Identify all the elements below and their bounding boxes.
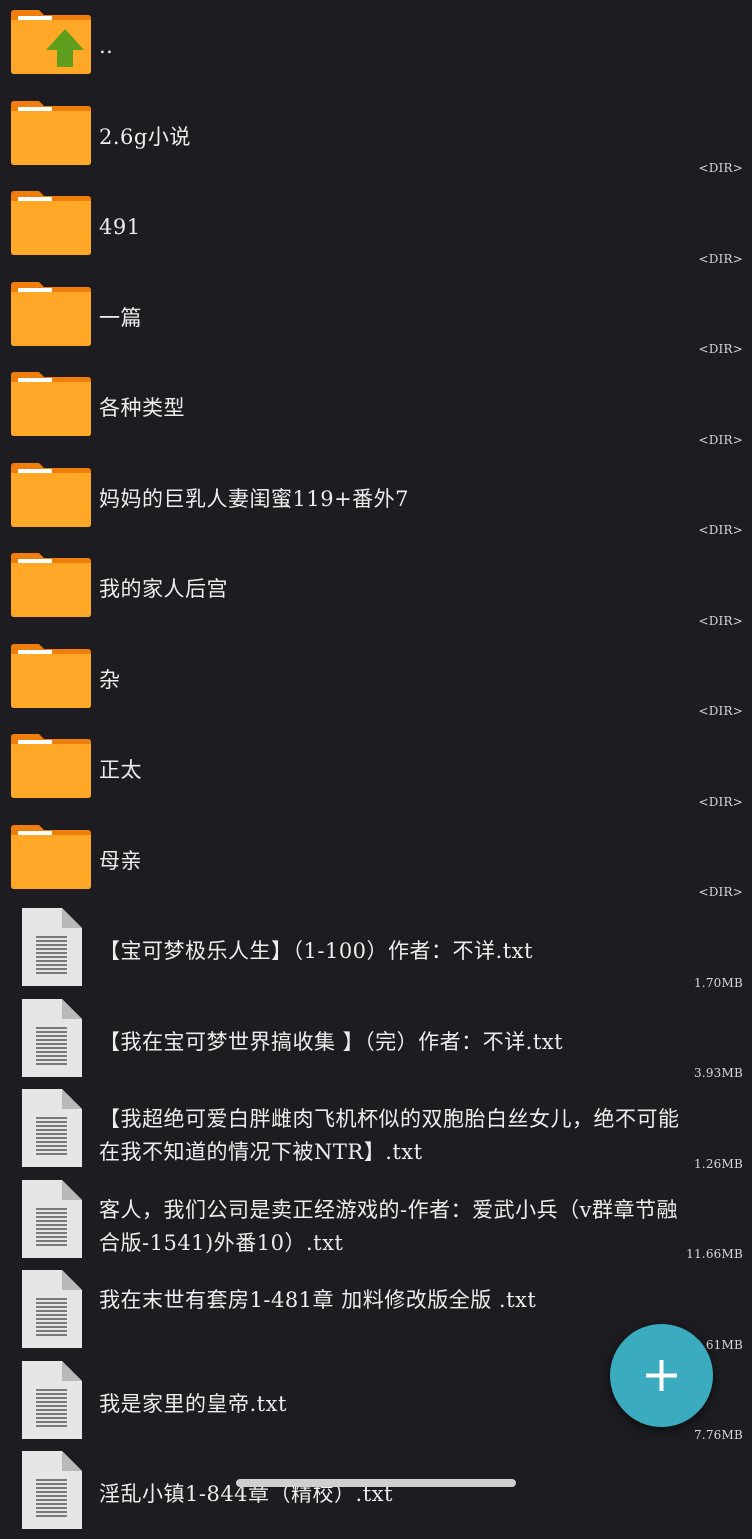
text-file-icon — [22, 1360, 82, 1439]
dir-label: <DIR> — [698, 432, 743, 447]
folder-icon — [11, 734, 91, 798]
entry-name: 妈妈的巨乳人妻闺蜜119+番外7 — [99, 486, 410, 511]
file-row[interactable]: 【宝可梦极乐人生】（1-100）作者：不详.txt 1.70MB — [0, 905, 752, 996]
entry-name: 杂 — [99, 667, 121, 692]
file-row[interactable]: 【我超绝可爱白胖雌肉飞机杯似的双胞胎白丝女儿，绝不可能在我不知道的情况下被NTR… — [0, 1086, 752, 1177]
dir-label: <DIR> — [698, 794, 743, 809]
file-size: 11.66MB — [686, 1247, 743, 1261]
entry-name: 一篇 — [99, 305, 142, 330]
dir-label: <DIR> — [698, 251, 743, 266]
dir-label: <DIR> — [698, 704, 743, 718]
file-size: 3.93MB — [693, 1066, 743, 1080]
folder-row[interactable]: 杂 <DIR> — [0, 634, 752, 725]
entry-name: 正太 — [99, 758, 142, 782]
parent-dir-row[interactable]: .. — [0, 0, 752, 91]
entry-name: 各种类型 — [99, 396, 185, 420]
file-row[interactable]: 【我在宝可梦世界搞收集 】（完）作者：不详.txt 3.93MB — [0, 996, 752, 1087]
folder-icon — [11, 191, 91, 255]
text-file-icon — [22, 998, 82, 1077]
file-size: 1.70MB — [693, 975, 743, 990]
entry-name: .. — [99, 34, 114, 58]
folder-row[interactable]: 2.6g小说 <DIR> — [0, 91, 752, 182]
entry-name: 母亲 — [99, 848, 142, 873]
entry-name: 客人，我们公司是卖正经游戏的-作者：爱武小兵（v群章节融合版-1541)外番10… — [99, 1197, 678, 1255]
dir-label: <DIR> — [698, 342, 743, 356]
folder-up-icon — [11, 10, 91, 74]
file-list: .. 2.6g小说 <DIR> 491 <DIR> 一篇 <DIR> 各种类型 <DIR> 妈妈的… — [0, 0, 752, 1539]
folder-row[interactable]: 妈妈的巨乳人妻闺蜜119+番外7 <DIR> — [0, 453, 752, 544]
entry-name: 491 — [99, 215, 141, 239]
folder-row[interactable]: 正太 <DIR> — [0, 724, 752, 815]
file-size: 1.26MB — [693, 1156, 743, 1171]
dir-label: <DIR> — [698, 885, 743, 899]
plus-icon — [646, 1360, 677, 1391]
file-row[interactable]: 淫乱小镇1-844章（精校）.txt — [0, 1448, 752, 1539]
folder-icon — [11, 643, 91, 708]
entry-name: 【我超绝可爱白胖雌肉飞机杯似的双胞胎白丝女儿，绝不可能在我不知道的情况下被NTR… — [99, 1107, 680, 1164]
folder-row[interactable]: 我的家人后宫 <DIR> — [0, 543, 752, 634]
folder-icon — [11, 372, 91, 436]
entry-name: 我的家人后宫 — [99, 577, 228, 601]
folder-icon — [11, 824, 91, 889]
text-file-icon — [22, 1179, 82, 1258]
folder-row[interactable]: 一篇 <DIR> — [0, 272, 752, 363]
file-row[interactable]: 客人，我们公司是卖正经游戏的-作者：爱武小兵（v群章节融合版-1541)外番10… — [0, 1177, 752, 1268]
text-file-icon — [22, 1270, 82, 1348]
file-size: 7.76MB — [693, 1428, 743, 1442]
dir-label: <DIR> — [698, 613, 743, 628]
entry-name: 2.6g小说 — [99, 124, 191, 149]
folder-row[interactable]: 各种类型 <DIR> — [0, 362, 752, 453]
entry-name: 我是家里的皇帝.txt — [99, 1391, 287, 1416]
folder-row[interactable]: 母亲 <DIR> — [0, 815, 752, 906]
entry-name: 【我在宝可梦世界搞收集 】（完）作者：不详.txt — [99, 1029, 564, 1054]
text-file-icon — [22, 1451, 82, 1529]
home-indicator — [236, 1479, 516, 1487]
folder-icon — [11, 462, 91, 527]
folder-icon — [11, 281, 91, 346]
text-file-icon — [22, 908, 82, 986]
dir-label: <DIR> — [698, 161, 743, 175]
folder-icon — [11, 553, 91, 617]
add-button[interactable] — [610, 1324, 713, 1427]
entry-name: 【宝可梦极乐人生】（1-100）作者：不详.txt — [99, 939, 533, 963]
entry-name: 我在末世有套房1-481章 加料修改版全版 .txt — [99, 1288, 537, 1312]
text-file-icon — [22, 1089, 82, 1167]
folder-row[interactable]: 491 <DIR> — [0, 181, 752, 272]
folder-icon — [11, 100, 91, 165]
dir-label: <DIR> — [698, 523, 743, 537]
